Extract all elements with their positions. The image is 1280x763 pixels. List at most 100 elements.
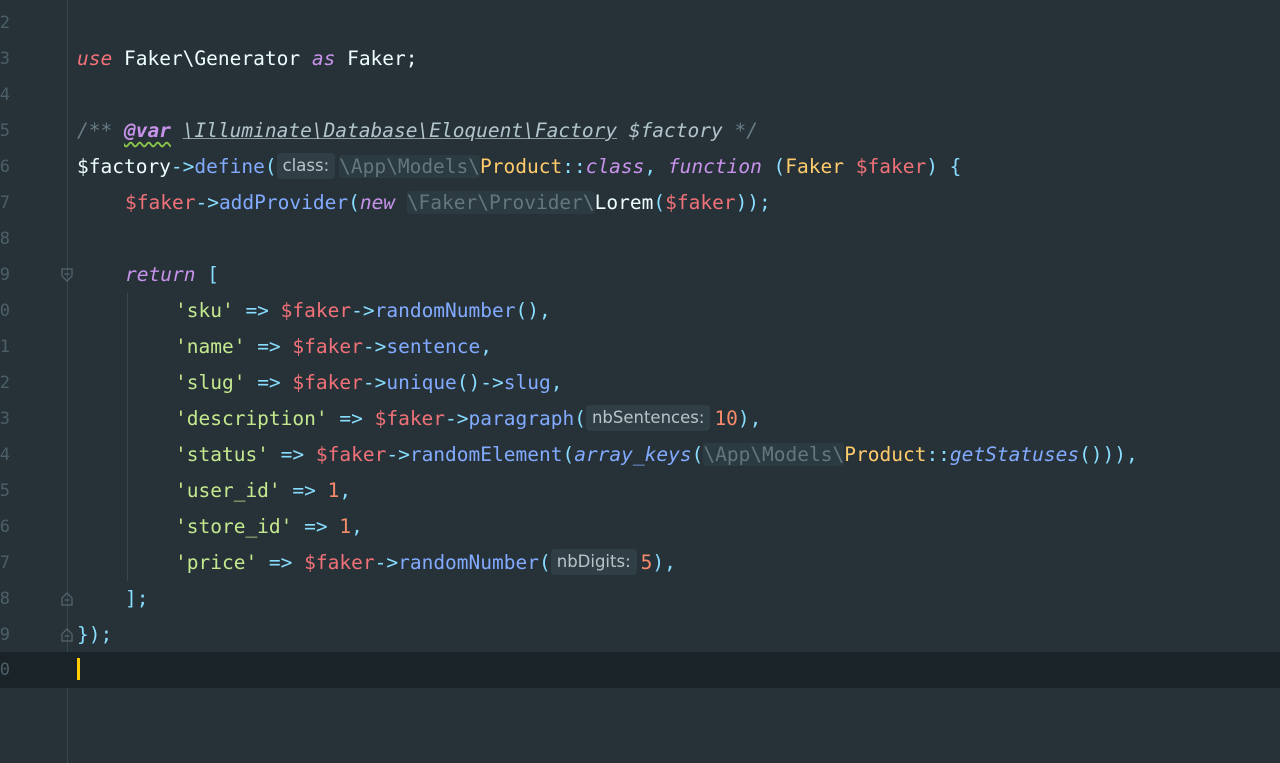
paren: ( bbox=[691, 443, 704, 466]
paren: ( bbox=[761, 155, 786, 178]
code-line[interactable]: 6 $factory->define(class: \App\Models\Pro… bbox=[0, 149, 1280, 185]
folded-namespace[interactable]: \Faker\Provider\ bbox=[406, 191, 595, 214]
number: 5 bbox=[640, 551, 653, 574]
line-number: 5 bbox=[0, 121, 10, 141]
code-line[interactable]: 2 'slug' => $faker->unique()->slug, bbox=[0, 365, 1280, 401]
paren: ( bbox=[538, 551, 551, 574]
fold-marker-icon[interactable] bbox=[61, 268, 73, 282]
code-line[interactable]: 5 'user_id' => 1, bbox=[0, 473, 1280, 509]
variable: $faker bbox=[292, 371, 363, 394]
indent-guide bbox=[127, 473, 128, 509]
function-name: getStatuses bbox=[949, 443, 1080, 466]
variable: $faker bbox=[304, 551, 375, 574]
punctuation: ), bbox=[737, 407, 762, 430]
code-line[interactable]: 8 ]; bbox=[0, 581, 1280, 617]
code-line[interactable]: 2 bbox=[0, 5, 1280, 41]
function-name: addProvider bbox=[218, 191, 349, 214]
paren: ( bbox=[348, 191, 360, 214]
line-number: 3 bbox=[0, 409, 10, 429]
function-name: array_keys bbox=[574, 443, 692, 466]
code-content bbox=[77, 652, 80, 688]
folded-namespace[interactable]: \App\Models\ bbox=[703, 443, 845, 466]
code-line[interactable]: 7 'price' => $faker->randomNumber(nbDigi… bbox=[0, 545, 1280, 581]
comment-var: $factory bbox=[628, 119, 723, 142]
code-line[interactable]: 0 'sku' => $faker->randomNumber(), bbox=[0, 293, 1280, 329]
operator: -> bbox=[362, 335, 387, 358]
code-line[interactable]: 9 }); bbox=[0, 617, 1280, 653]
keyword-use: use bbox=[77, 47, 113, 70]
fold-marker-icon[interactable] bbox=[61, 592, 73, 606]
function-name: slug bbox=[503, 371, 551, 394]
indent-guide bbox=[127, 545, 128, 581]
operator: -> bbox=[445, 407, 469, 430]
operator: :: bbox=[562, 155, 586, 178]
fold-marker-icon[interactable] bbox=[61, 628, 73, 642]
function-name: unique bbox=[386, 371, 457, 394]
string-key: 'slug' bbox=[175, 371, 246, 394]
line-number: 0 bbox=[0, 301, 10, 321]
code-content: 'name' => $faker->sentence, bbox=[175, 329, 492, 365]
punctuation: ) { bbox=[926, 155, 962, 178]
function-name: define bbox=[194, 155, 265, 178]
operator: => bbox=[245, 371, 293, 394]
operator: => bbox=[245, 335, 293, 358]
punctuation: , bbox=[351, 515, 363, 538]
operator: -> bbox=[386, 443, 410, 466]
operator: => bbox=[292, 515, 340, 538]
code-content: $factory->define(class: \App\Models\Produ… bbox=[77, 149, 961, 185]
code-line[interactable]: 3 use Faker\Generator as Faker; bbox=[0, 41, 1280, 77]
code-editor[interactable]: 2 3 use Faker\Generator as Faker; 4 5 /*… bbox=[0, 0, 1280, 763]
operator: ()-> bbox=[456, 371, 504, 394]
parameter-hint: nbSentences: bbox=[585, 405, 711, 431]
code-line[interactable]: 7 $faker->addProvider(new \Faker\Provide… bbox=[0, 185, 1280, 221]
line-number: 8 bbox=[0, 229, 10, 249]
current-line[interactable]: 0 bbox=[0, 652, 1280, 688]
line-number: 4 bbox=[0, 85, 10, 105]
punctuation: ), bbox=[652, 551, 676, 574]
comment-open: /** bbox=[77, 119, 124, 142]
string-key: 'price' bbox=[175, 551, 258, 574]
code-line[interactable]: 6 'store_id' => 1, bbox=[0, 509, 1280, 545]
operator: => bbox=[327, 407, 375, 430]
keyword-return: return bbox=[125, 263, 196, 286]
code-content: 'sku' => $faker->randomNumber(), bbox=[175, 293, 551, 329]
code-line[interactable]: 9 return [ bbox=[0, 257, 1280, 293]
function-name: randomElement bbox=[409, 443, 563, 466]
code-line[interactable]: 4 bbox=[0, 77, 1280, 113]
code-content: 'slug' => $faker->unique()->slug, bbox=[175, 365, 563, 401]
string-key: 'name' bbox=[175, 335, 246, 358]
variable: $faker bbox=[374, 407, 446, 430]
code-content: 'user_id' => 1, bbox=[175, 473, 351, 509]
line-number: 6 bbox=[0, 157, 10, 177]
variable: $faker bbox=[315, 443, 387, 466]
line-number: 6 bbox=[0, 517, 10, 537]
code-line[interactable]: 5 /** @var \Illuminate\Database\Eloquent… bbox=[0, 113, 1280, 149]
paren: ( bbox=[264, 155, 277, 178]
keyword-class: class bbox=[585, 155, 645, 178]
punctuation: )); bbox=[735, 191, 771, 214]
function-name: paragraph bbox=[468, 407, 575, 430]
line-number: 1 bbox=[0, 337, 10, 357]
code-line[interactable]: 1 'name' => $faker->sentence, bbox=[0, 329, 1280, 365]
parameter-hint: class: bbox=[276, 153, 336, 179]
variable: $factory bbox=[77, 155, 171, 178]
folded-namespace[interactable]: \App\Models\ bbox=[339, 155, 481, 178]
class-name: Lorem bbox=[594, 191, 654, 214]
code-content: return [ bbox=[125, 257, 219, 293]
indent-guide bbox=[127, 401, 128, 437]
line-number: 2 bbox=[0, 13, 10, 33]
code-content: 'price' => $faker->randomNumber(nbDigits… bbox=[175, 545, 676, 581]
line-number: 8 bbox=[0, 589, 10, 609]
line-number: 9 bbox=[0, 265, 10, 285]
code-line[interactable]: 3 'description' => $faker->paragraph(nbS… bbox=[0, 401, 1280, 437]
operator: :: bbox=[926, 443, 950, 466]
code-line[interactable]: 4 'status' => $faker->randomElement(arra… bbox=[0, 437, 1280, 473]
operator: -> bbox=[351, 299, 375, 322]
punctuation: , bbox=[480, 335, 493, 358]
keyword-new: new bbox=[359, 191, 396, 214]
code-line[interactable]: 8 bbox=[0, 221, 1280, 257]
keyword-as: as bbox=[311, 47, 336, 70]
indent-guide bbox=[127, 293, 128, 329]
punctuation: (), bbox=[515, 299, 551, 322]
operator: => bbox=[280, 479, 328, 502]
